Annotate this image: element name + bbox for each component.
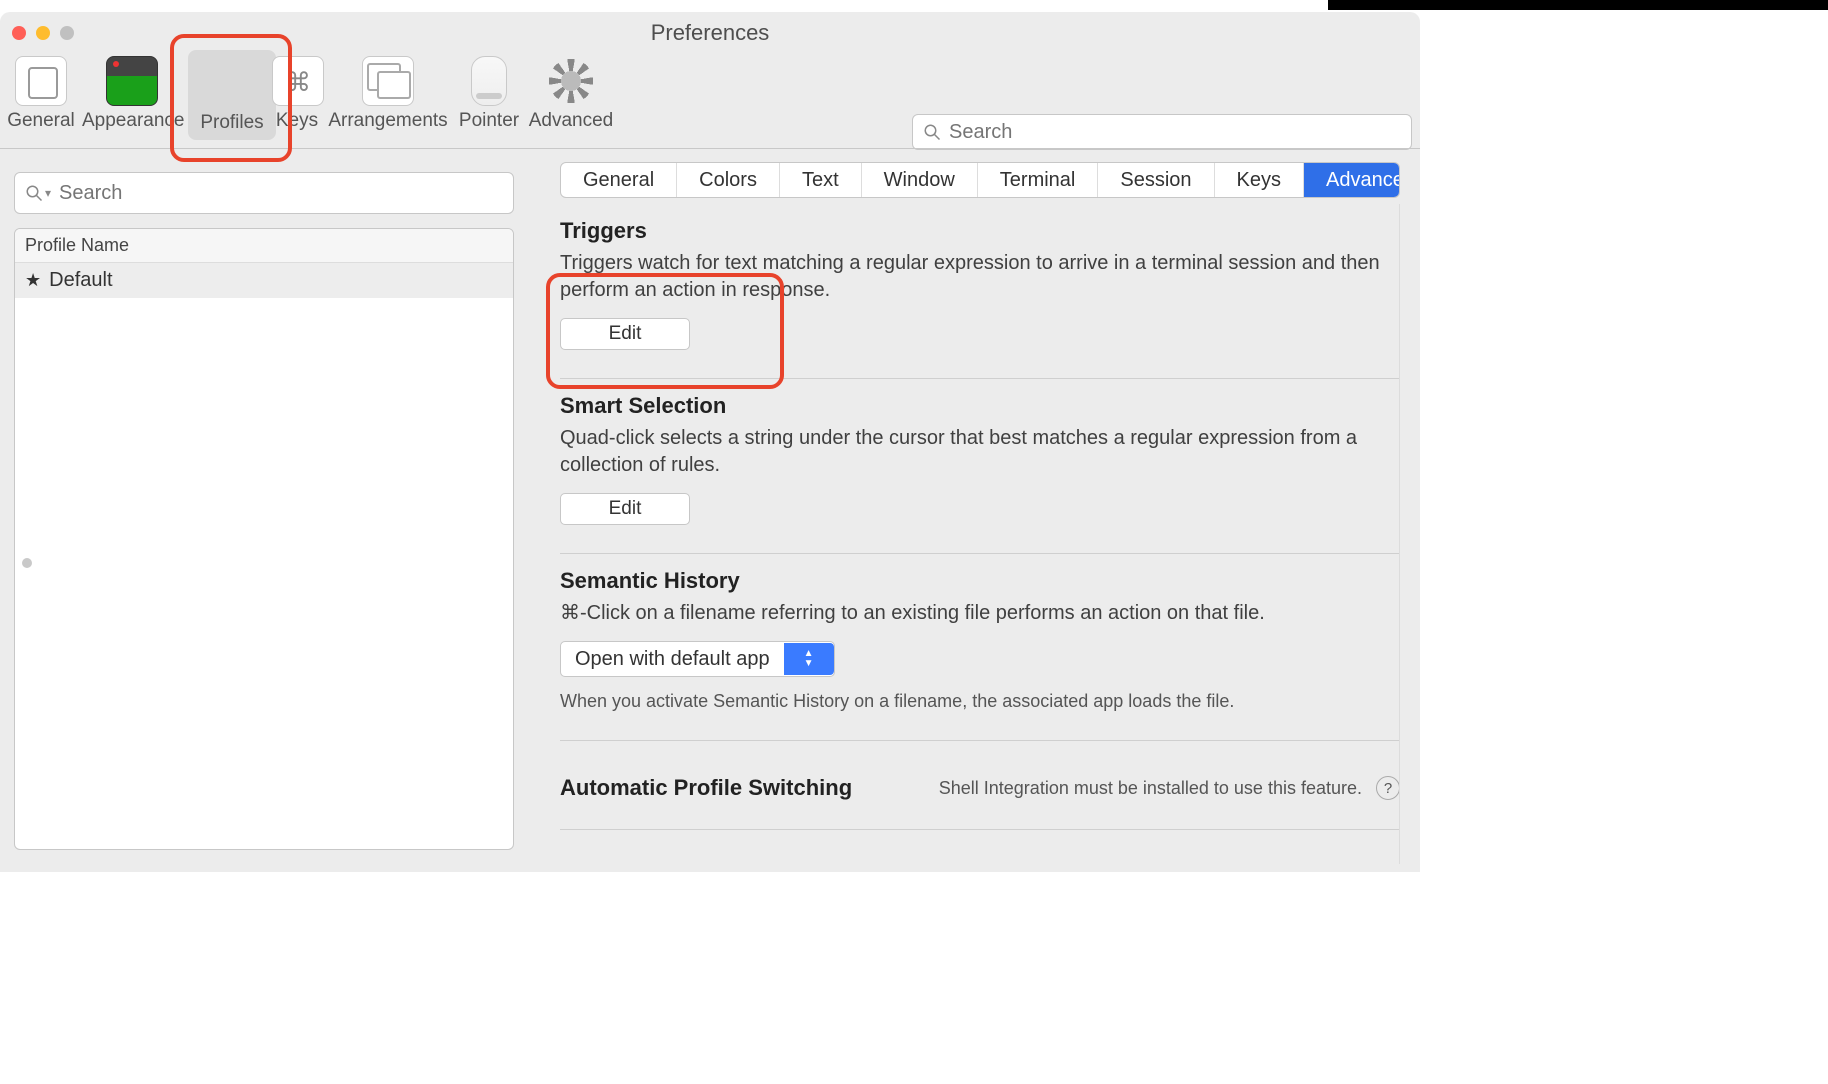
toolbar-search-input[interactable] <box>947 120 1401 145</box>
section-desc: ⌘-Click on a filename referring to an ex… <box>560 600 1400 627</box>
toolbar-item-keys[interactable]: Keys <box>272 56 322 132</box>
window-title: Preferences <box>0 20 1420 46</box>
toolbar-item-arrangements[interactable]: Arrangements <box>328 56 448 132</box>
triggers-edit-button[interactable]: Edit <box>560 318 690 350</box>
profiles-search[interactable]: ▾ <box>14 172 514 214</box>
keys-icon <box>272 56 324 106</box>
tab-colors[interactable]: Colors <box>677 163 780 197</box>
appearance-icon <box>106 56 158 106</box>
section-title: Smart Selection <box>560 393 1400 419</box>
toolbar-label: Appearance <box>82 110 184 131</box>
toolbar-item-advanced[interactable]: Advanced <box>526 56 616 132</box>
toolbar-label: Advanced <box>529 110 614 131</box>
profiles-icon <box>206 56 258 108</box>
pointer-icon <box>471 56 507 106</box>
section-title: Semantic History <box>560 568 1400 594</box>
sidebar-handle-dot[interactable] <box>22 558 32 568</box>
toolbar-search[interactable] <box>912 114 1412 150</box>
section-desc: Quad-click selects a string under the cu… <box>560 425 1400 479</box>
toolbar-divider <box>0 148 1420 149</box>
search-icon <box>923 123 941 141</box>
tab-window[interactable]: Window <box>862 163 978 197</box>
advanced-scroll-area: Triggers Triggers watch for text matchin… <box>560 204 1400 864</box>
stepper-arrows-icon: ▲▼ <box>784 643 834 675</box>
profile-name: Default <box>49 269 112 292</box>
section-semantic-history: Semantic History ⌘-Click on a filename r… <box>560 554 1400 741</box>
profiles-column-header[interactable]: Profile Name <box>15 229 513 263</box>
preferences-window: Preferences General Appearance Profiles … <box>0 12 1420 872</box>
background-other-window <box>1328 0 1828 10</box>
profiles-sidebar: ▾ Profile Name ★ Default <box>14 172 514 850</box>
toolbar-label: General <box>7 110 75 131</box>
toolbar-item-pointer[interactable]: Pointer <box>456 56 522 132</box>
toolbar-item-profiles[interactable]: Profiles <box>188 50 276 140</box>
smart-selection-edit-button[interactable]: Edit <box>560 493 690 525</box>
vertical-scrollbar[interactable] <box>1399 204 1400 864</box>
section-smart-selection: Smart Selection Quad-click selects a str… <box>560 379 1400 554</box>
select-value: Open with default app <box>561 648 784 671</box>
toolbar-label: Profiles <box>200 112 263 133</box>
section-triggers: Triggers Triggers watch for text matchin… <box>560 204 1400 379</box>
tab-session[interactable]: Session <box>1098 163 1214 197</box>
toolbar-label: Arrangements <box>328 110 447 131</box>
tab-terminal[interactable]: Terminal <box>978 163 1099 197</box>
chevron-down-icon[interactable]: ▾ <box>45 186 51 200</box>
tab-general[interactable]: General <box>561 163 677 197</box>
profile-detail-pane: General Colors Text Window Terminal Sess… <box>560 162 1400 864</box>
profile-tabs: General Colors Text Window Terminal Sess… <box>560 162 1400 198</box>
profiles-list: Profile Name ★ Default <box>14 228 514 850</box>
toolbar-item-appearance[interactable]: Appearance <box>82 56 182 132</box>
gear-icon <box>546 56 596 106</box>
tab-text[interactable]: Text <box>780 163 862 197</box>
section-title: Automatic Profile Switching <box>560 775 852 801</box>
toolbar-item-general[interactable]: General <box>6 56 76 132</box>
search-icon <box>25 184 43 202</box>
general-icon <box>15 56 67 106</box>
star-icon: ★ <box>25 270 41 291</box>
toolbar-label: Pointer <box>459 110 519 131</box>
tab-advanced[interactable]: Advanced <box>1304 163 1400 197</box>
tab-keys[interactable]: Keys <box>1215 163 1304 197</box>
section-title: Triggers <box>560 218 1400 244</box>
section-desc: Triggers watch for text matching a regul… <box>560 250 1400 304</box>
arrangements-icon <box>362 56 414 106</box>
aps-hint: Shell Integration must be installed to u… <box>939 778 1362 799</box>
semantic-history-select[interactable]: Open with default app ▲▼ <box>560 641 835 677</box>
preferences-toolbar: General Appearance Profiles Keys Arrange… <box>0 56 1420 148</box>
help-button[interactable]: ? <box>1376 776 1400 800</box>
toolbar-label: Keys <box>276 110 318 131</box>
profiles-search-input[interactable] <box>57 181 503 206</box>
section-note: When you activate Semantic History on a … <box>560 691 1400 712</box>
section-automatic-profile-switching: Automatic Profile Switching Shell Integr… <box>560 741 1400 830</box>
profile-row[interactable]: ★ Default <box>15 263 513 298</box>
